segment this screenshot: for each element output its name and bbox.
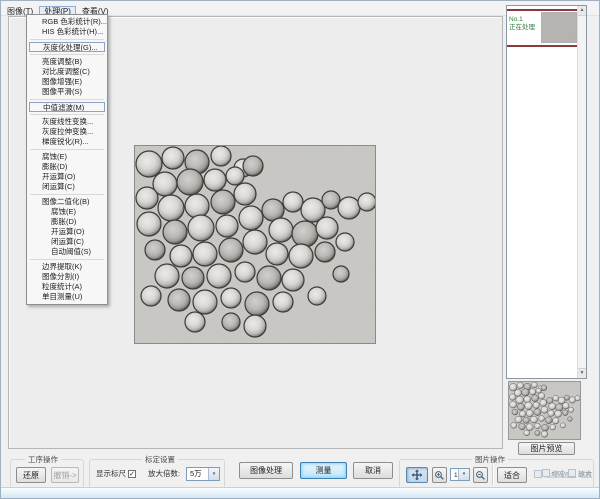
menu-item[interactable]: 边界提取(K) (27, 262, 107, 272)
menu-item[interactable]: 开运算(O) (27, 172, 107, 182)
menu-separator (30, 194, 104, 195)
menu-item[interactable]: 膨胀(D) (27, 162, 107, 172)
fit-width-icon (534, 470, 542, 478)
processing-menu: RGB 色彩统计(R)...HIS 色彩统计(H)... 灰度化处理(G)... 亮… (26, 14, 108, 305)
menu-item[interactable]: 自动阈值(S) (27, 247, 107, 257)
menu-separator (30, 259, 104, 260)
menu-item[interactable]: RGB 色彩统计(R)... (27, 17, 107, 27)
menu-item[interactable]: 闭运算(C) (27, 237, 107, 247)
menu-item[interactable]: 膨胀(D) (27, 217, 107, 227)
magnifier-minus-icon (475, 470, 486, 481)
magnifier-plus-icon (434, 470, 445, 481)
view-group-label: 图片操作 (472, 455, 508, 464)
menu-item[interactable]: 开运算(O) (27, 227, 107, 237)
magnification-value: 5万 (190, 469, 202, 478)
cancel-button[interactable]: 取消 (353, 462, 393, 479)
preview-button[interactable]: 图片预览 (518, 442, 575, 455)
preview-thumbnail[interactable] (508, 381, 581, 440)
calibration-group: 标定设置 显示标尺 ✓ 放大倍数: 5万 ▾ (89, 459, 225, 490)
undo-button[interactable]: 还原 (16, 467, 46, 483)
scroll-up-icon[interactable]: ▲ (578, 6, 586, 16)
menu-item[interactable]: HIS 色彩统计(H)... (27, 27, 107, 37)
tool-zoom-out-label: 缩小 (542, 469, 566, 480)
tool-zoom-in-label: 放大 (568, 469, 592, 480)
scroll-down-icon[interactable]: ▼ (578, 368, 586, 378)
chevron-down-icon: ▾ (458, 469, 469, 480)
menu-item[interactable]: 梯度锐化(R)... (27, 137, 107, 147)
show-scale-label: 显示标尺 (96, 469, 126, 479)
menu-separator (30, 149, 104, 150)
chevron-down-icon: ▾ (208, 468, 219, 480)
menu-item[interactable]: 图像分割(I) (27, 272, 107, 282)
menu-item[interactable]: 单目测量(U) (27, 292, 107, 302)
menu-item[interactable]: 图像增强(E) (27, 77, 107, 87)
fit-view-button[interactable]: 适合 (497, 467, 527, 483)
zoom-in-mini-icon (568, 469, 576, 477)
zoom-in-button[interactable] (432, 467, 447, 483)
noise-thumbnail (541, 12, 577, 43)
zoom-out-mini-icon (542, 469, 550, 477)
menu-item[interactable]: 腐蚀(E) (27, 152, 107, 162)
menu-item[interactable]: 粒度统计(A) (27, 282, 107, 292)
measure-button[interactable]: 测量 (300, 462, 347, 479)
menu-item[interactable]: 对比度调整(C) (27, 67, 107, 77)
drag-tool-button[interactable] (406, 467, 428, 483)
magnification-label: 放大倍数: (148, 469, 180, 479)
redo-button[interactable]: 撤销-> (51, 467, 79, 483)
app-window: 图像(T)处理(P)查看(V) (0, 0, 600, 499)
menu-item[interactable]: 中值滤波(M) (29, 102, 105, 112)
menu-separator (30, 39, 104, 40)
move-arrows-icon (411, 469, 423, 481)
menu-separator (30, 99, 104, 100)
menu-item[interactable]: 亮度调整(B) (27, 57, 107, 67)
zoom-ratio-select[interactable]: 1:1 ▾ (450, 468, 470, 481)
zoom-out-button[interactable] (473, 467, 488, 483)
menu-separator (30, 54, 104, 55)
menu-item[interactable]: 灰度化处理(G)... (29, 42, 105, 52)
list-scrollbar[interactable]: ▲ ▼ (577, 6, 586, 378)
menu-item[interactable]: 图像二值化(B) (27, 197, 107, 207)
list-item-label: No.1 正在处理 (509, 16, 541, 32)
menu-item[interactable]: 闭运算(C) (27, 182, 107, 192)
micrograph-image[interactable] (134, 145, 376, 344)
status-bar (1, 487, 599, 498)
menu-item[interactable]: 腐蚀(E) (27, 207, 107, 217)
magnification-select[interactable]: 5万 ▾ (186, 467, 220, 481)
toolbar-divider (492, 465, 494, 485)
calibration-group-label: 标定设置 (142, 455, 178, 464)
show-scale-checkbox[interactable]: ✓ (128, 470, 136, 478)
image-list[interactable]: No.1 正在处理 ▲ ▼ (506, 5, 587, 379)
list-item-selected[interactable]: No.1 正在处理 (507, 9, 578, 47)
menu-item[interactable]: 灰度线性变换... (27, 117, 107, 127)
menu-item[interactable]: 灰度拉伸变换... (27, 127, 107, 137)
menu-separator (30, 114, 104, 115)
menu-item[interactable]: 图像平滑(S) (27, 87, 107, 97)
history-group-label: 工序操作 (25, 455, 61, 464)
history-group: 工序操作 还原 撤销-> (10, 459, 84, 490)
process-image-button[interactable]: 图像处理 (239, 462, 293, 479)
